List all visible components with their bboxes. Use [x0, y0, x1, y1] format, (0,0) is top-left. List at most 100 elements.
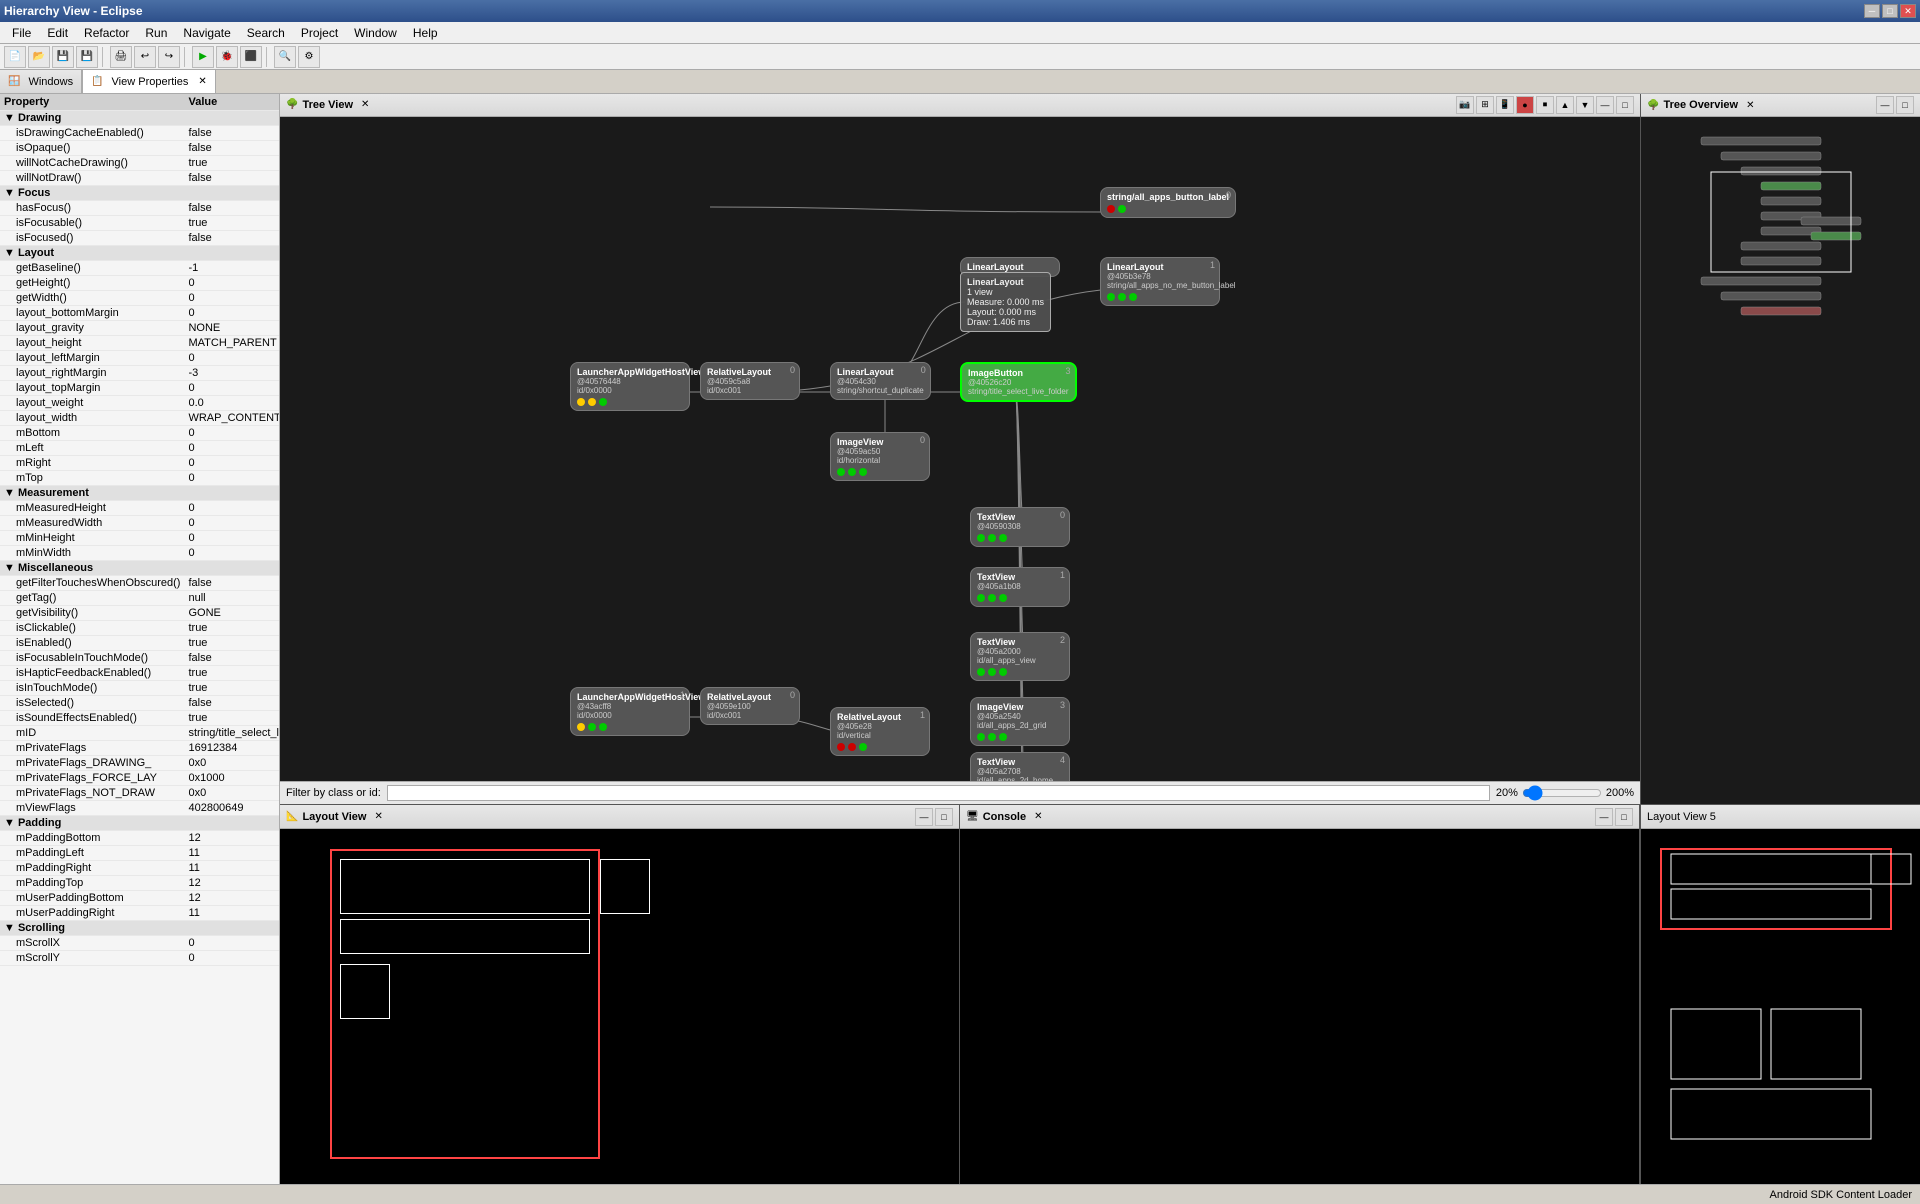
table-row[interactable]: mPaddingTop12 [0, 876, 279, 891]
console-close[interactable]: ✕ [1034, 811, 1042, 822]
table-row[interactable]: isInTouchMode()true [0, 681, 279, 696]
tree-down-btn[interactable]: ▼ [1576, 96, 1594, 114]
view-properties-tab[interactable]: 📋 View Properties ✕ [82, 70, 216, 94]
table-row[interactable]: layout_rightMargin-3 [0, 366, 279, 381]
table-row[interactable]: getVisibility()GONE [0, 606, 279, 621]
menu-window[interactable]: Window [346, 24, 405, 42]
table-row[interactable]: mIDstring/title_select_live_folder [0, 726, 279, 741]
table-row[interactable]: mPrivateFlags16912384 [0, 741, 279, 756]
table-row[interactable]: mRight0 [0, 456, 279, 471]
tb-search[interactable]: 🔍 [274, 46, 296, 68]
console-maximize-btn[interactable]: □ [1615, 808, 1633, 826]
table-row[interactable]: mPaddingBottom12 [0, 831, 279, 846]
filter-input[interactable] [387, 785, 1490, 801]
tb-save-all[interactable]: 💾 [76, 46, 98, 68]
tree-maximize-btn[interactable]: □ [1616, 96, 1634, 114]
tree-camera-btn[interactable]: 📷 [1456, 96, 1474, 114]
close-button[interactable]: ✕ [1900, 4, 1916, 18]
tree-node-n8[interactable]: 0 TextView @40590308 [970, 507, 1070, 547]
table-row[interactable]: layout_topMargin0 [0, 381, 279, 396]
table-row[interactable]: mPaddingLeft11 [0, 846, 279, 861]
tree-node-n11[interactable]: 3 ImageView @405a2540id/all_apps_2d_grid [970, 697, 1070, 746]
tree-node-n7[interactable]: 1 LinearLayout @405b3e78string/all_apps_… [1100, 257, 1220, 306]
table-row[interactable]: layout_gravityNONE [0, 321, 279, 336]
layout-minimize-btn[interactable]: — [915, 808, 933, 826]
tree-node-n5[interactable]: 3 ImageButton @40526c20string/title_sele… [960, 362, 1077, 402]
table-row[interactable]: layout_weight0.0 [0, 396, 279, 411]
console-controls[interactable]: — □ [1595, 808, 1633, 826]
tree-node-n2[interactable]: 0 RelativeLayout @4059c5a8id/0xc001 [700, 362, 800, 400]
table-row[interactable]: mUserPaddingRight11 [0, 906, 279, 921]
tree-node-n10[interactable]: 2 TextView @405a2000id/all_apps_view [970, 632, 1070, 681]
menu-help[interactable]: Help [405, 24, 446, 42]
tree-red-btn[interactable]: ● [1516, 96, 1534, 114]
tb-stop[interactable]: ⬛ [240, 46, 262, 68]
table-row[interactable]: isEnabled()true [0, 636, 279, 651]
table-row[interactable]: mTop0 [0, 471, 279, 486]
tb-undo[interactable]: ↩ [134, 46, 156, 68]
table-row[interactable]: isFocused()false [0, 231, 279, 246]
top-node[interactable]: string/all_apps_button_label 0 [1100, 187, 1236, 218]
table-row[interactable]: mScrollX0 [0, 936, 279, 951]
table-row[interactable]: isFocusable()true [0, 216, 279, 231]
overview-maximize-btn[interactable]: □ [1896, 96, 1914, 114]
table-row[interactable]: willNotCacheDrawing()true [0, 156, 279, 171]
layout-maximize-btn[interactable]: □ [935, 808, 953, 826]
table-row[interactable]: getWidth()0 [0, 291, 279, 306]
layout-view-controls[interactable]: — □ [915, 808, 953, 826]
tree-view-controls[interactable]: 📷 ⊞ 📱 ● ⏹ ▲ ▼ — □ [1456, 96, 1634, 114]
tree-node-n6[interactable]: 0 ImageView @4059ac50id/horizontal [830, 432, 930, 481]
tb-settings[interactable]: ⚙ [298, 46, 320, 68]
table-row[interactable]: willNotDraw()false [0, 171, 279, 186]
tree-node-n14[interactable]: 1 LauncherAppWidgetHostView @43acff8id/0… [570, 687, 690, 736]
tree-minimize-btn[interactable]: — [1596, 96, 1614, 114]
table-row[interactable]: getBaseline()-1 [0, 261, 279, 276]
table-row[interactable]: mPrivateFlags_DRAWING_0x0 [0, 756, 279, 771]
title-bar-controls[interactable]: ─ □ ✕ [1864, 4, 1916, 18]
menu-edit[interactable]: Edit [39, 24, 76, 42]
console-minimize-btn[interactable]: — [1595, 808, 1613, 826]
table-row[interactable]: mLeft0 [0, 441, 279, 456]
table-row[interactable]: getFilterTouchesWhenObscured()false [0, 576, 279, 591]
table-row[interactable]: getHeight()0 [0, 276, 279, 291]
tree-canvas[interactable]: LauncherAppWidgetHostView @40576448id/0x… [280, 117, 1640, 782]
table-row[interactable]: mMinWidth0 [0, 546, 279, 561]
table-row[interactable]: mMinHeight0 [0, 531, 279, 546]
table-row[interactable]: layout_widthWRAP_CONTENT [0, 411, 279, 426]
tree-node-n15[interactable]: 0 RelativeLayout @4059e100id/0xc001 [700, 687, 800, 725]
table-row[interactable]: mMeasuredWidth0 [0, 516, 279, 531]
tree-overview-controls[interactable]: — □ [1876, 96, 1914, 114]
table-row[interactable]: isFocusableInTouchMode()false [0, 651, 279, 666]
view-properties-close[interactable]: ✕ [198, 76, 206, 87]
tree-phone-btn[interactable]: 📱 [1496, 96, 1514, 114]
table-row[interactable]: layout_bottomMargin0 [0, 306, 279, 321]
table-row[interactable]: isDrawingCacheEnabled()false [0, 126, 279, 141]
tree-node-n16[interactable]: 1 RelativeLayout @405e28id/vertical [830, 707, 930, 756]
menu-project[interactable]: Project [293, 24, 346, 42]
tb-new[interactable]: 📄 [4, 46, 26, 68]
table-row[interactable]: hasFocus()false [0, 201, 279, 216]
layout-view-close[interactable]: ✕ [374, 811, 382, 822]
table-row[interactable]: mPrivateFlags_FORCE_LAY0x1000 [0, 771, 279, 786]
tree-stop-btn[interactable]: ⏹ [1536, 96, 1554, 114]
menu-refactor[interactable]: Refactor [76, 24, 137, 42]
tree-overview-close[interactable]: ✕ [1746, 100, 1754, 111]
tb-run[interactable]: ▶ [192, 46, 214, 68]
table-row[interactable]: layout_heightMATCH_PARENT [0, 336, 279, 351]
table-row[interactable]: mPrivateFlags_NOT_DRAW0x0 [0, 786, 279, 801]
tree-node-n12[interactable]: 4 TextView @405a2708id/all_apps_2d_home [970, 752, 1070, 782]
table-row[interactable]: isHapticFeedbackEnabled()true [0, 666, 279, 681]
tb-save[interactable]: 💾 [52, 46, 74, 68]
maximize-button[interactable]: □ [1882, 4, 1898, 18]
tb-redo[interactable]: ↪ [158, 46, 180, 68]
tree-node-n9[interactable]: 1 TextView @405a1b08 [970, 567, 1070, 607]
menu-run[interactable]: Run [137, 24, 175, 42]
overview-minimize-btn[interactable]: — [1876, 96, 1894, 114]
tree-view-close[interactable]: ✕ [361, 99, 369, 110]
table-row[interactable]: getTag()null [0, 591, 279, 606]
tree-node-n1[interactable]: LauncherAppWidgetHostView @40576448id/0x… [570, 362, 690, 411]
tree-up-btn[interactable]: ▲ [1556, 96, 1574, 114]
menu-file[interactable]: File [4, 24, 39, 42]
table-row[interactable]: mPaddingRight11 [0, 861, 279, 876]
zoom-slider[interactable] [1522, 785, 1602, 801]
